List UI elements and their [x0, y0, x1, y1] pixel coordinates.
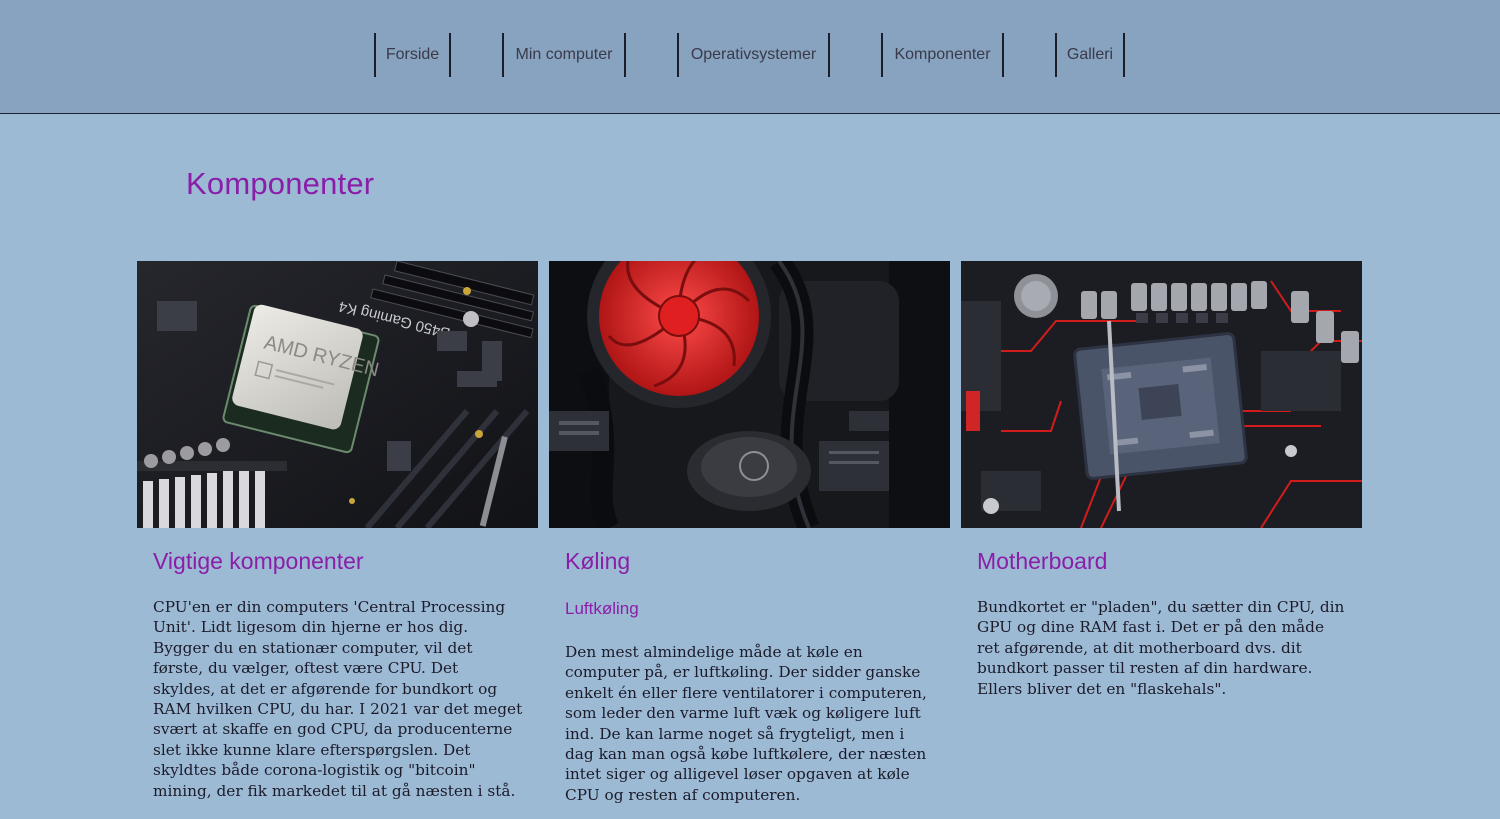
cooling-image	[549, 261, 950, 528]
card-title: Motherboard	[977, 548, 1108, 574]
nav-item-label: Forside	[385, 46, 440, 63]
card-cooling: Køling Luftkøling Den mest almindelige m…	[549, 261, 950, 804]
nav-item-forside[interactable]: Forside	[374, 33, 451, 77]
motherboard-image	[961, 261, 1362, 528]
card-text: Den mest almindelige måde at køle en com…	[565, 643, 927, 804]
nav-item-operativsystemer[interactable]: Operativsystemer	[677, 33, 830, 77]
card-cpu: B450 Gaming K4 AMD RYZEN Vigtige kompone…	[137, 261, 538, 800]
page-title: Komponenter	[186, 166, 375, 201]
card-subtitle: Luftkøling	[565, 599, 639, 618]
card-title: Vigtige komponenter	[153, 548, 364, 574]
site-header: Forside Min computer Operativsystemer Ko…	[0, 0, 1500, 114]
nav-item-label: Min computer	[515, 46, 613, 63]
card-text: CPU'en er din computers 'Central Process…	[153, 598, 523, 800]
card-text: Bundkortet er "pladen", du sætter din CP…	[977, 598, 1345, 698]
nav-item-label: Operativsystemer	[690, 46, 817, 63]
cpu-image: B450 Gaming K4 AMD RYZEN	[137, 261, 538, 528]
card-motherboard: Motherboard Bundkortet er "pladen", du s…	[961, 261, 1362, 698]
card-title: Køling	[565, 548, 631, 574]
nav-item-label: Galleri	[1066, 46, 1114, 63]
nav-item-min-computer[interactable]: Min computer	[502, 33, 626, 77]
nav-item-komponenter[interactable]: Komponenter	[881, 33, 1004, 77]
nav-item-label: Komponenter	[894, 46, 991, 63]
nav-item-galleri[interactable]: Galleri	[1055, 33, 1125, 77]
